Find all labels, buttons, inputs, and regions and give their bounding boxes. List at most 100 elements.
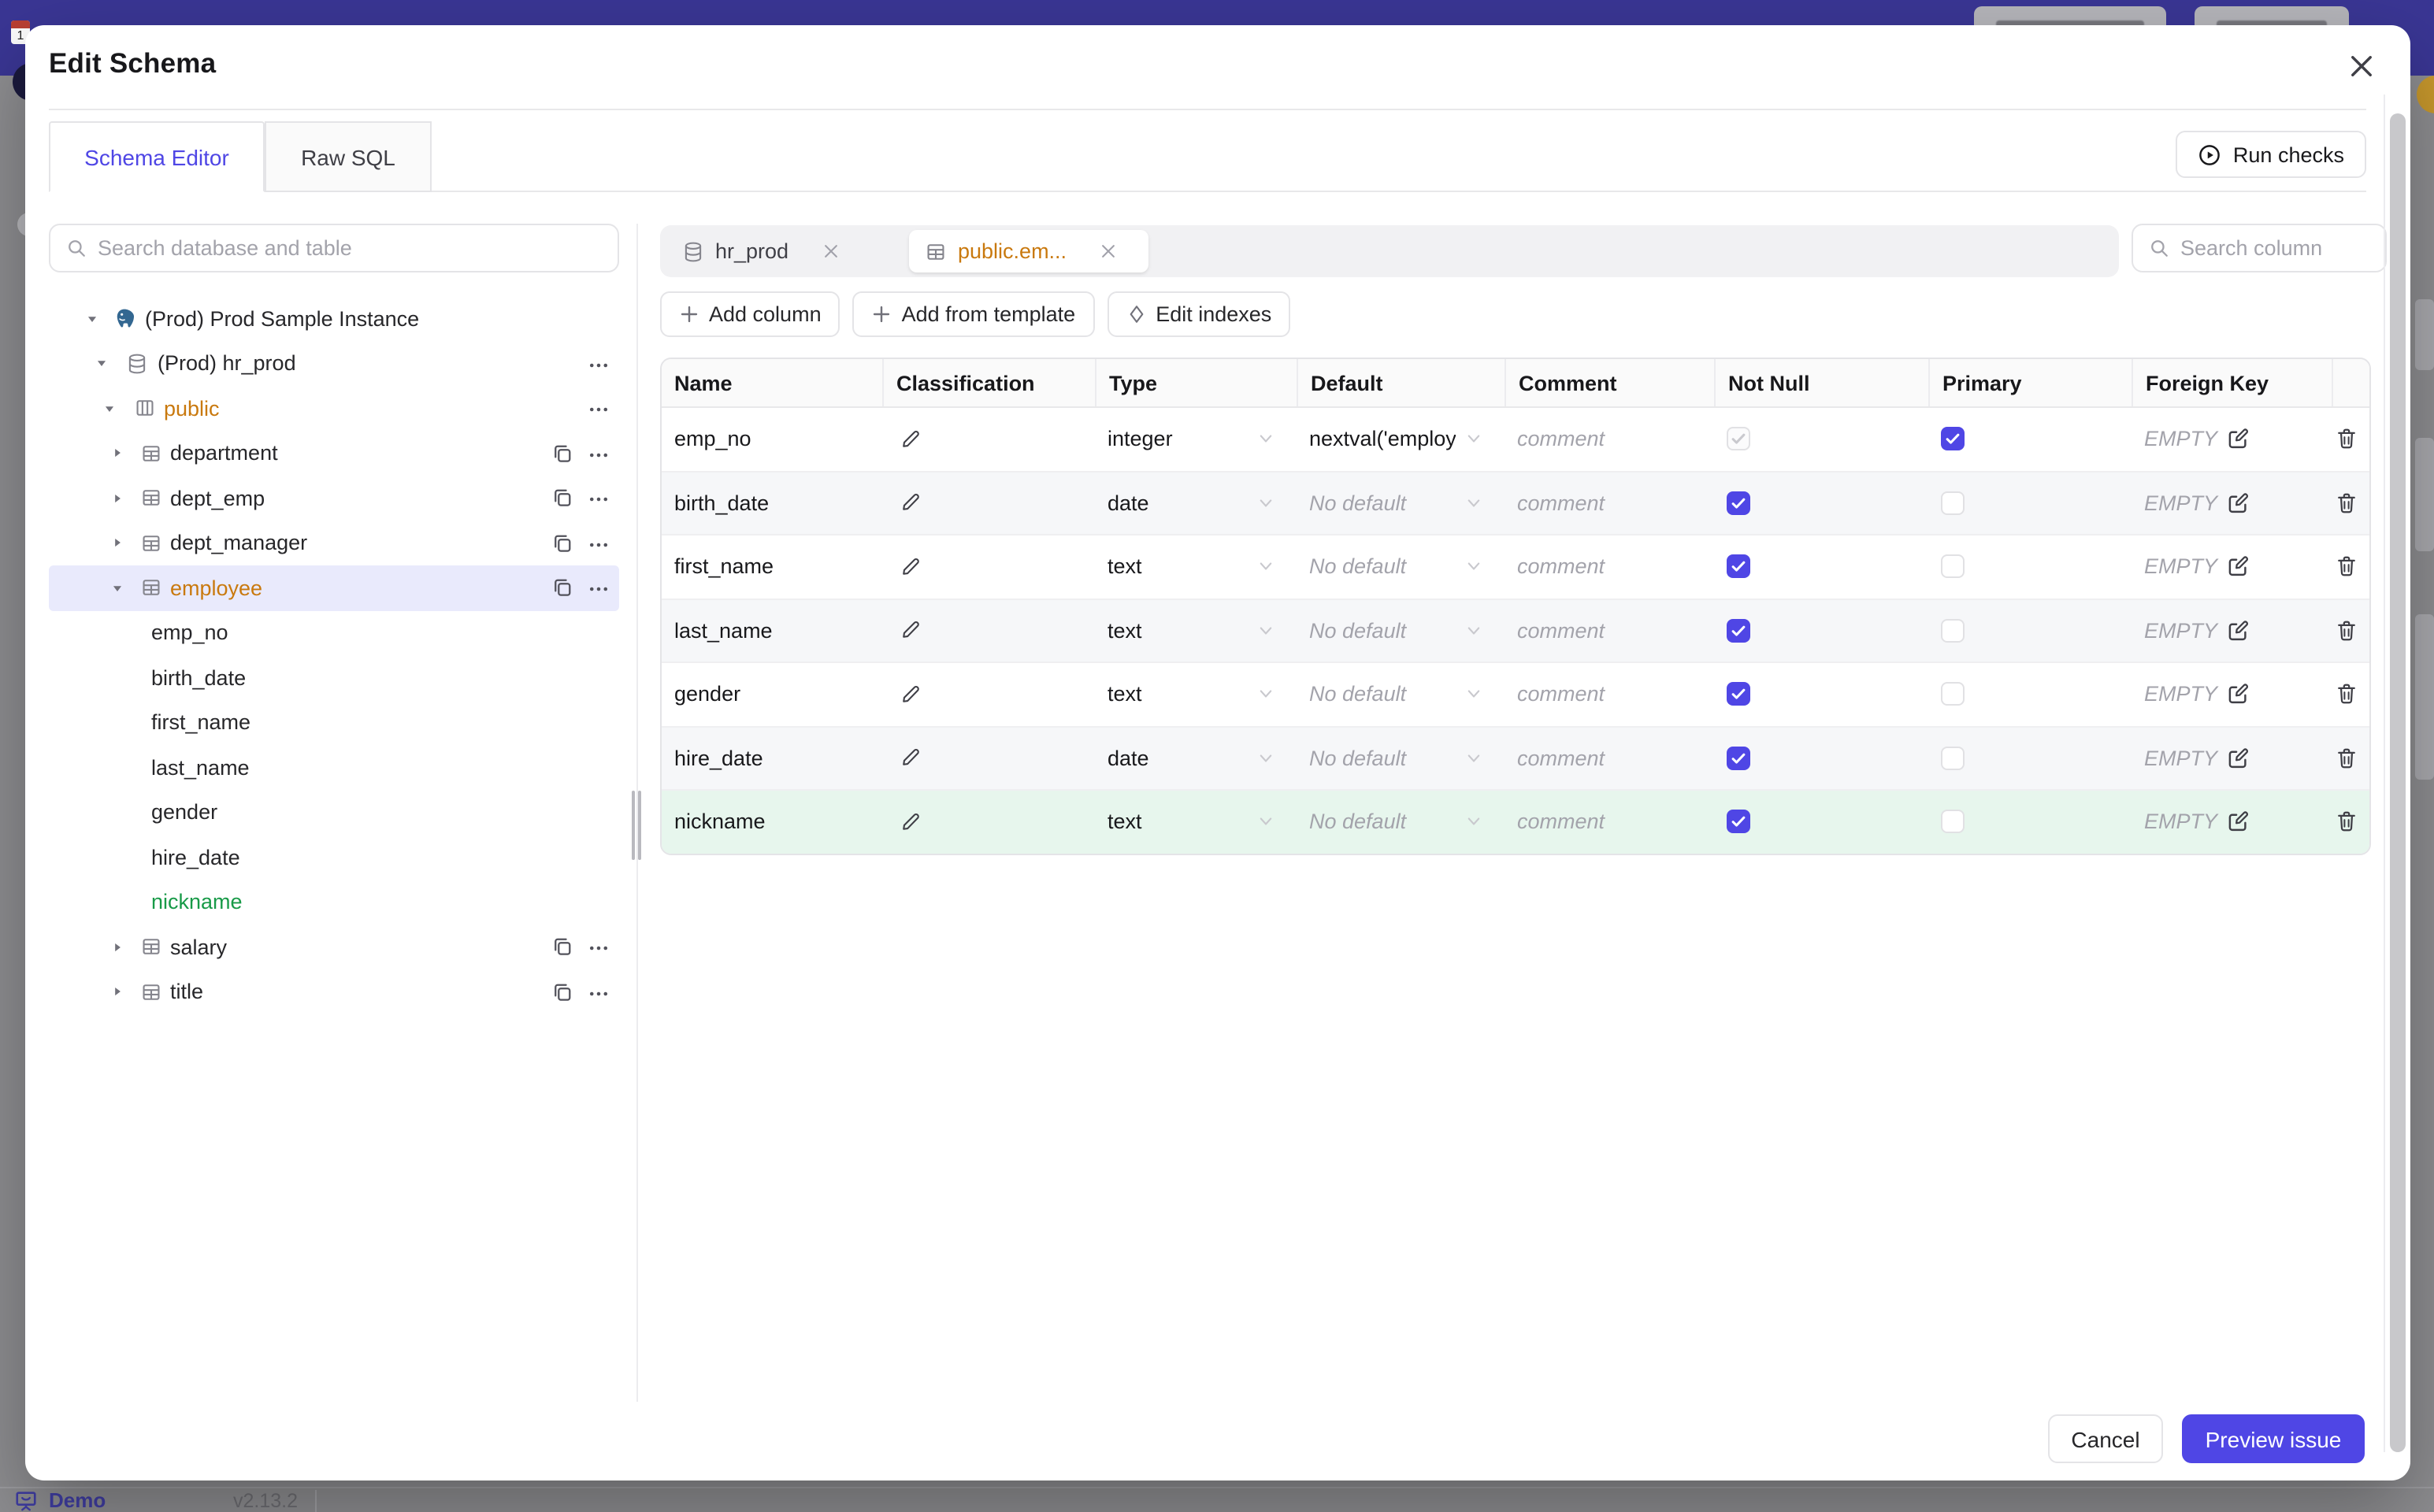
- more-actions-icon[interactable]: [588, 488, 610, 510]
- type-select[interactable]: date: [1095, 727, 1297, 789]
- column-name-cell[interactable]: last_name: [662, 599, 882, 662]
- column-name-cell[interactable]: gender: [662, 663, 882, 725]
- delete-column-icon[interactable]: [2335, 619, 2358, 643]
- primary-checkbox[interactable]: [1941, 682, 1965, 706]
- classification-edit-icon[interactable]: [900, 620, 922, 642]
- comment-input[interactable]: comment: [1505, 727, 1714, 789]
- column-name-cell[interactable]: birth_date: [662, 472, 882, 534]
- more-actions-icon[interactable]: [588, 354, 610, 376]
- tree-item-table-department[interactable]: department: [49, 431, 619, 476]
- type-select[interactable]: text: [1095, 791, 1297, 853]
- primary-checkbox[interactable]: [1941, 427, 1965, 451]
- classification-edit-icon[interactable]: [900, 556, 922, 578]
- type-select[interactable]: text: [1095, 663, 1297, 725]
- duplicate-table-icon[interactable]: [551, 980, 573, 1002]
- caret-right-icon[interactable]: [110, 940, 124, 954]
- duplicate-table-icon[interactable]: [551, 487, 573, 509]
- preview-issue-button[interactable]: Preview issue: [2182, 1414, 2365, 1463]
- delete-column-icon[interactable]: [2335, 810, 2358, 834]
- edit-indexes-button[interactable]: Edit indexes: [1107, 291, 1291, 337]
- add-from-template-button[interactable]: Add from template: [852, 291, 1095, 337]
- tree-item-database-hr-prod[interactable]: (Prod) hr_prod: [49, 341, 619, 386]
- tree-item-table-salary[interactable]: salary: [49, 925, 619, 969]
- default-select[interactable]: No default: [1297, 472, 1505, 534]
- add-column-button[interactable]: Add column: [660, 291, 840, 337]
- comment-input[interactable]: comment: [1505, 599, 1714, 662]
- default-select[interactable]: No default: [1297, 791, 1505, 853]
- tree-item-table-dept-emp[interactable]: dept_emp: [49, 476, 619, 521]
- delete-column-icon[interactable]: [2335, 555, 2358, 579]
- edit-foreign-key-icon[interactable]: [2225, 747, 2249, 770]
- type-select[interactable]: integer: [1095, 408, 1297, 470]
- default-select[interactable]: nextval('employ: [1297, 408, 1505, 470]
- caret-right-icon[interactable]: [110, 985, 124, 999]
- duplicate-table-icon[interactable]: [551, 936, 573, 958]
- tree-item-column-birth-date[interactable]: birth_date: [49, 655, 619, 700]
- classification-edit-icon[interactable]: [900, 747, 922, 769]
- cancel-button[interactable]: Cancel: [2048, 1414, 2163, 1463]
- close-tab-icon[interactable]: [1100, 243, 1117, 260]
- search-database-input[interactable]: Search database and table: [49, 224, 619, 272]
- tree-item-column-hire-date[interactable]: hire_date: [49, 835, 619, 880]
- delete-column-icon[interactable]: [2335, 491, 2358, 515]
- default-select[interactable]: No default: [1297, 663, 1505, 725]
- tree-item-column-first-name[interactable]: first_name: [49, 700, 619, 745]
- primary-checkbox[interactable]: [1941, 554, 1965, 579]
- search-column-input[interactable]: Search column: [2132, 224, 2387, 272]
- close-icon[interactable]: [2347, 52, 2376, 80]
- classification-edit-icon[interactable]: [900, 492, 922, 514]
- more-actions-icon[interactable]: [588, 533, 610, 555]
- classification-edit-icon[interactable]: [900, 428, 922, 450]
- edit-foreign-key-icon[interactable]: [2225, 810, 2249, 834]
- more-actions-icon[interactable]: [588, 982, 610, 1004]
- duplicate-table-icon[interactable]: [551, 576, 573, 598]
- duplicate-table-icon[interactable]: [551, 532, 573, 554]
- caret-right-icon[interactable]: [110, 536, 124, 550]
- edit-foreign-key-icon[interactable]: [2225, 555, 2249, 579]
- tree-item-table-employee[interactable]: employee: [49, 565, 619, 610]
- primary-checkbox[interactable]: [1941, 746, 1965, 770]
- more-actions-icon[interactable]: [588, 443, 610, 465]
- column-name-cell[interactable]: nickname: [662, 791, 882, 853]
- edit-foreign-key-icon[interactable]: [2225, 491, 2249, 515]
- more-actions-icon[interactable]: [588, 937, 610, 959]
- caret-down-icon[interactable]: [110, 581, 124, 595]
- column-name-cell[interactable]: emp_no: [662, 408, 882, 470]
- column-name-cell[interactable]: hire_date: [662, 727, 882, 789]
- run-checks-button[interactable]: Run checks: [2176, 131, 2366, 178]
- caret-down-icon[interactable]: [102, 402, 117, 416]
- type-select[interactable]: text: [1095, 599, 1297, 662]
- type-select[interactable]: text: [1095, 536, 1297, 598]
- primary-checkbox[interactable]: [1941, 491, 1965, 515]
- not-null-checkbox[interactable]: [1727, 682, 1750, 706]
- close-tab-icon[interactable]: [822, 243, 839, 260]
- edit-foreign-key-icon[interactable]: [2225, 619, 2249, 643]
- default-select[interactable]: No default: [1297, 727, 1505, 789]
- primary-checkbox[interactable]: [1941, 618, 1965, 643]
- editor-tab-public-employee[interactable]: public.em...: [909, 230, 1148, 272]
- tab-raw-sql[interactable]: Raw SQL: [265, 121, 432, 192]
- not-null-checkbox[interactable]: [1727, 554, 1750, 579]
- caret-right-icon[interactable]: [110, 491, 124, 506]
- panel-resize-handle[interactable]: [630, 791, 646, 860]
- not-null-checkbox[interactable]: [1727, 618, 1750, 643]
- caret-right-icon[interactable]: [110, 447, 124, 461]
- scrollbar-thumb[interactable]: [2390, 113, 2406, 1452]
- caret-down-icon[interactable]: [95, 357, 109, 371]
- delete-column-icon[interactable]: [2335, 747, 2358, 770]
- tree-item-schema-public[interactable]: public: [49, 386, 619, 431]
- more-actions-icon[interactable]: [588, 398, 610, 421]
- comment-input[interactable]: comment: [1505, 663, 1714, 725]
- duplicate-table-icon[interactable]: [551, 442, 573, 464]
- default-select[interactable]: No default: [1297, 536, 1505, 598]
- tree-item-column-gender[interactable]: gender: [49, 790, 619, 835]
- editor-tab-hr-prod[interactable]: hr_prod: [666, 230, 903, 272]
- edit-foreign-key-icon[interactable]: [2225, 683, 2249, 706]
- classification-edit-icon[interactable]: [900, 684, 922, 706]
- delete-column-icon[interactable]: [2335, 683, 2358, 706]
- comment-input[interactable]: comment: [1505, 472, 1714, 534]
- not-null-checkbox[interactable]: [1727, 810, 1750, 834]
- tree-item-column-last-name[interactable]: last_name: [49, 745, 619, 790]
- not-null-checkbox[interactable]: [1727, 491, 1750, 515]
- edit-foreign-key-icon[interactable]: [2225, 428, 2249, 451]
